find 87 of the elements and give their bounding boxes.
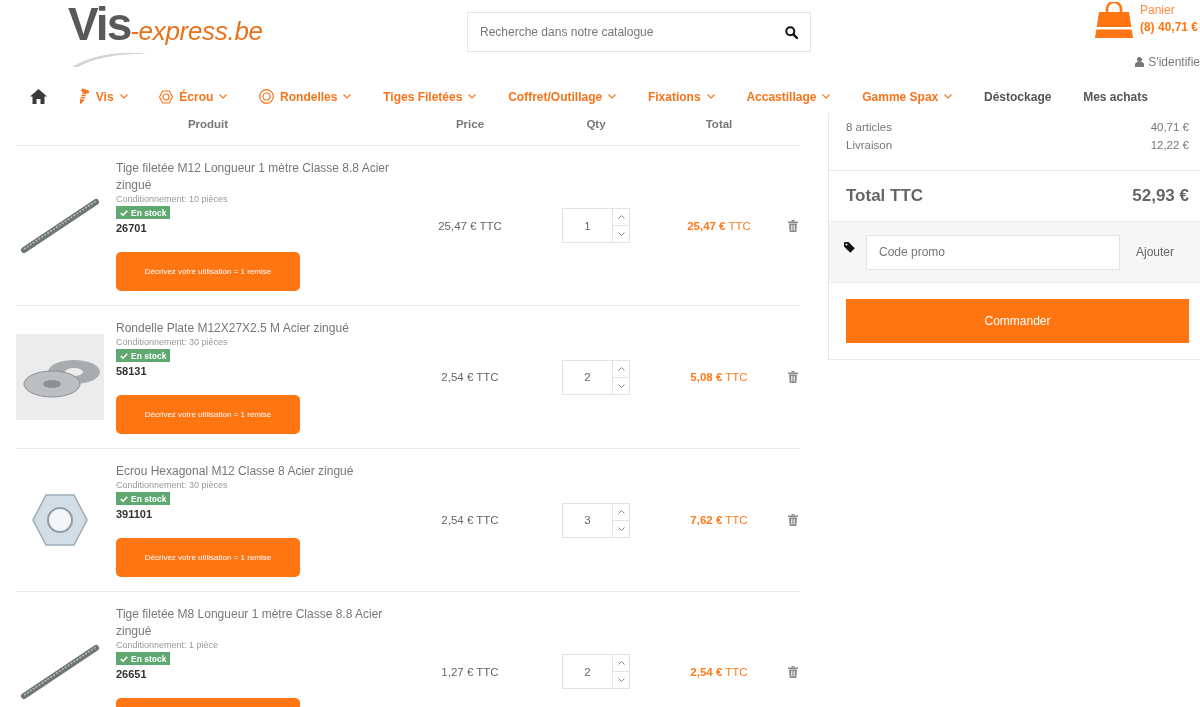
chevron-up-icon [617, 366, 625, 371]
chevron-down-icon [617, 526, 625, 531]
discount-button[interactable]: Décrivez votre utilisation = 1 remise [116, 252, 300, 291]
unit-price: 25,47 € TTC [438, 219, 502, 232]
hex-nut-photo [32, 494, 88, 546]
checkout-button[interactable]: Commander [846, 299, 1189, 343]
summary-value: 40,71 € [1150, 120, 1189, 135]
chevron-up-icon [617, 215, 625, 219]
add-promo-button[interactable]: Ajouter [1130, 241, 1181, 263]
packaging-text: Conditionnement: 1 pièce [116, 640, 219, 651]
product-reference: 26701 [116, 221, 147, 235]
hex-nut-icon [159, 89, 174, 104]
line-total: 5,08 € TTC [690, 371, 748, 383]
column-header: Price [455, 117, 485, 131]
column-header: Qty [586, 117, 606, 131]
nav-link[interactable]: Gamme Spax [862, 89, 953, 104]
home-icon [30, 89, 47, 104]
nav-link[interactable]: Accastillage [746, 89, 831, 104]
stock-badge: En stock [116, 206, 171, 219]
product-reference: 391101 [116, 507, 153, 521]
stock-badge: En stock [116, 349, 171, 362]
user-icon [1135, 57, 1145, 67]
unit-price: 2,54 € TTC [441, 371, 499, 383]
discount-button[interactable]: Décrivez votre utilisation = 1 remise [116, 395, 300, 434]
decrement-button[interactable] [612, 226, 630, 243]
product-name[interactable]: Ecrou Hexagonal M12 Classe 8 Acier zingué [116, 463, 354, 480]
check-icon [120, 209, 128, 216]
nav-link[interactable]: Fixations [647, 89, 715, 104]
chevron-down-icon [617, 232, 625, 236]
nav-link[interactable]: Écrou [159, 89, 228, 104]
total-value: 52,93 € [1132, 186, 1189, 206]
nav-link[interactable]: Rondelles [259, 89, 352, 104]
cart-link[interactable]: Panier (8) 40,71 € [1094, 2, 1198, 38]
chevron-up-icon [617, 509, 625, 514]
increment-button[interactable] [612, 502, 630, 521]
check-icon [120, 655, 128, 662]
trash-icon[interactable] [788, 514, 798, 526]
discount-button[interactable]: Décrivez votre utilisation = 1 remise [116, 538, 300, 577]
increment-button[interactable] [612, 208, 630, 226]
unit-price: 2,54 € TTC [441, 514, 499, 526]
nav-link[interactable]: Vis [78, 88, 128, 105]
check-icon [120, 352, 128, 359]
login-link[interactable]: S'identifie [1135, 55, 1200, 69]
line-total: 2,54 € TTC [690, 665, 748, 678]
chevron-down-icon [617, 678, 625, 682]
packaging-text: Conditionnement: 30 pièces [116, 480, 228, 491]
summary-label: Livraison [846, 138, 893, 153]
trash-icon[interactable] [788, 219, 798, 232]
chevron-down-icon [617, 383, 625, 388]
nav-link[interactable]: Coffret/Outillage [508, 89, 617, 104]
column-header: Total [705, 117, 733, 131]
promo-code-field[interactable]: Code promo [866, 234, 1120, 270]
logo-text[interactable]: Vis-express.be [68, 2, 263, 53]
tag-icon [844, 242, 855, 253]
summary-value: 12,22 € [1150, 138, 1189, 153]
column-header: Produit [187, 117, 229, 131]
increment-button[interactable] [612, 359, 630, 378]
nav-link[interactable] [30, 89, 47, 104]
quantity-field[interactable]: 2 [562, 654, 612, 689]
trash-icon[interactable] [788, 371, 798, 383]
nav-link[interactable]: Tiges Filetées [383, 89, 477, 104]
quantity-field[interactable]: 1 [562, 208, 612, 243]
product-reference: 58131 [116, 364, 147, 378]
screw-icon [78, 88, 90, 105]
washer-icon [259, 89, 275, 104]
stock-badge: En stock [116, 492, 171, 505]
packaging-text: Conditionnement: 30 pièces [116, 337, 228, 348]
product-name[interactable]: Tige filetée M12 Longueur 1 mètre Classe 8.8 Acier zingué [116, 160, 400, 194]
packaging-text: Conditionnement: 10 pièces [116, 194, 228, 205]
increment-button[interactable] [612, 654, 630, 672]
product-name[interactable]: Rondelle Plate M12X27X2.5 M Acier zingué [116, 320, 349, 337]
summary-label: 8 articles [846, 120, 893, 135]
unit-price: 1,27 € TTC [441, 665, 499, 678]
quantity-field[interactable]: 2 [562, 359, 612, 395]
line-total: 7,62 € TTC [690, 514, 748, 526]
nav-link[interactable]: Mes achats [1083, 89, 1148, 104]
decrement-button[interactable] [612, 672, 630, 689]
nav-link[interactable]: Déstockage [984, 89, 1052, 104]
chevron-up-icon [617, 661, 625, 665]
quantity-field[interactable]: 3 [562, 502, 612, 538]
stock-badge: En stock [116, 652, 171, 665]
product-name[interactable]: Tige filetée M8 Longueur 1 mètre Classe 8.8 Acier zingué [116, 606, 400, 640]
line-total: 25,47 € TTC [687, 219, 751, 232]
total-label: Total TTC [846, 186, 924, 206]
product-reference: 26651 [116, 667, 147, 681]
trash-icon[interactable] [788, 665, 798, 678]
check-icon [120, 495, 128, 502]
